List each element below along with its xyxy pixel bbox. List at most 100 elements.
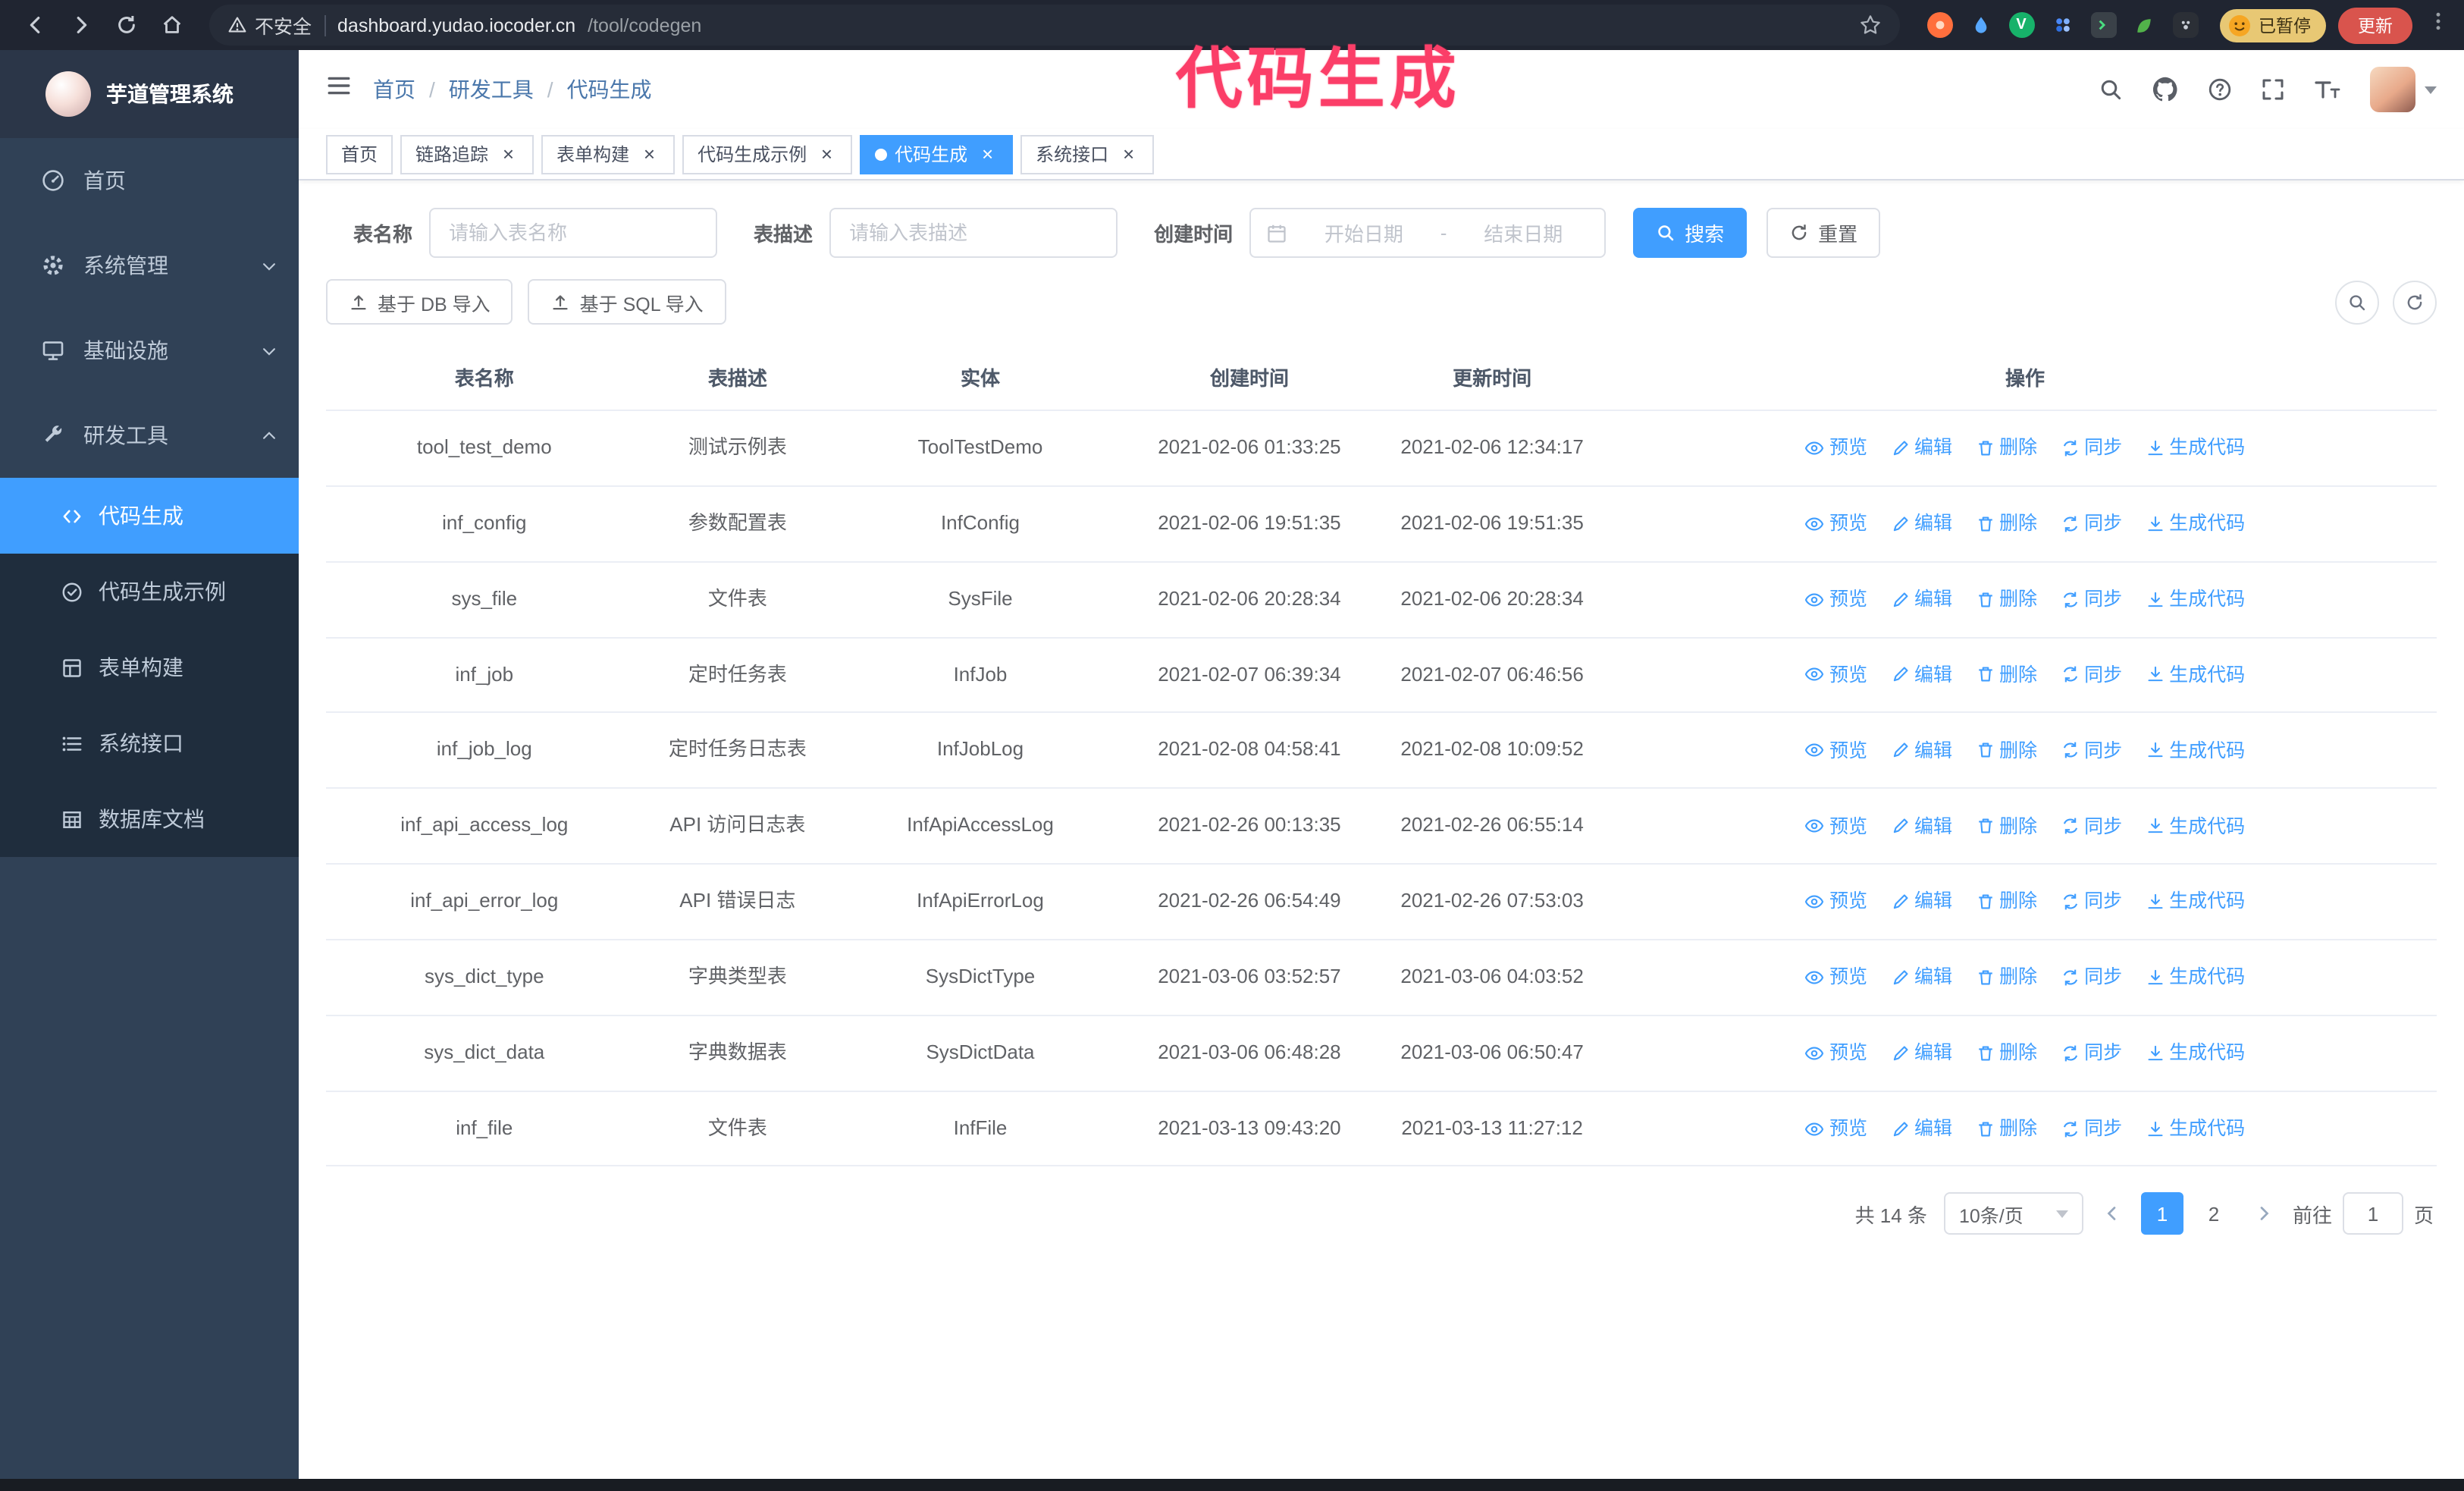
row-action-preview[interactable]: 预览: [1805, 964, 1867, 991]
profile-paused-badge[interactable]: 已暂停: [2219, 8, 2326, 42]
row-action-edit[interactable]: 编辑: [1890, 964, 1952, 991]
breadcrumb-home[interactable]: 首页: [373, 74, 415, 105]
import-sql-button[interactable]: 基于 SQL 导入: [528, 279, 726, 325]
row-action-generate-code[interactable]: 生成代码: [2145, 510, 2245, 537]
user-menu[interactable]: [2370, 67, 2437, 112]
row-action-edit[interactable]: 编辑: [1890, 1115, 1952, 1142]
extension-icon-blue-drop[interactable]: [1967, 12, 1993, 38]
row-action-preview[interactable]: 预览: [1805, 435, 1867, 462]
browser-back-button[interactable]: [15, 5, 55, 45]
tab-表单构建[interactable]: 表单构建 ×: [541, 134, 676, 174]
row-action-edit[interactable]: 编辑: [1890, 888, 1952, 915]
refresh-table-button[interactable]: [2393, 280, 2437, 324]
browser-forward-button[interactable]: [61, 5, 100, 45]
row-action-generate-code[interactable]: 生成代码: [2145, 661, 2245, 689]
row-action-delete[interactable]: 删除: [1975, 964, 2037, 991]
extension-icon-leaf[interactable]: [2131, 12, 2157, 38]
show-search-toggle-button[interactable]: [2335, 280, 2379, 324]
row-action-delete[interactable]: 删除: [1975, 585, 2037, 613]
row-action-delete[interactable]: 删除: [1975, 1115, 2037, 1142]
sidebar-item-system-api[interactable]: 系统接口: [0, 705, 299, 781]
sidebar-item-system-management[interactable]: 系统管理: [0, 223, 299, 308]
browser-update-button[interactable]: 更新: [2338, 7, 2412, 43]
row-action-preview[interactable]: 预览: [1805, 661, 1867, 689]
tab-close-icon[interactable]: ×: [497, 143, 519, 165]
create-time-range-picker[interactable]: 开始日期 - 结束日期: [1249, 208, 1607, 258]
tab-链路追踪[interactable]: 链路追踪 ×: [400, 134, 534, 174]
row-action-generate-code[interactable]: 生成代码: [2145, 888, 2245, 915]
next-page-button[interactable]: [2252, 1205, 2276, 1223]
goto-page-input[interactable]: [2342, 1192, 2403, 1235]
fullscreen-icon[interactable]: [2261, 77, 2285, 102]
table-desc-input[interactable]: [829, 208, 1118, 258]
row-action-preview[interactable]: 预览: [1805, 1039, 1867, 1066]
github-icon[interactable]: [2152, 76, 2179, 103]
row-action-preview[interactable]: 预览: [1805, 888, 1867, 915]
extension-icon-green-v[interactable]: V: [2008, 12, 2034, 38]
tab-系统接口[interactable]: 系统接口 ×: [1020, 134, 1155, 174]
row-action-edit[interactable]: 编辑: [1890, 661, 1952, 689]
tab-close-icon[interactable]: ×: [816, 143, 837, 165]
import-db-button[interactable]: 基于 DB 导入: [326, 279, 513, 325]
row-action-sync[interactable]: 同步: [2060, 1115, 2122, 1142]
row-action-preview[interactable]: 预览: [1805, 510, 1867, 537]
row-action-preview[interactable]: 预览: [1805, 1115, 1867, 1142]
tab-代码生成[interactable]: 代码生成 ×: [860, 134, 1014, 174]
tab-close-icon[interactable]: ×: [638, 143, 660, 165]
font-size-icon[interactable]: [2314, 77, 2341, 102]
sidebar-item-form-builder[interactable]: 表单构建: [0, 629, 299, 705]
extension-icon-people-grid[interactable]: [2049, 12, 2075, 38]
browser-home-button[interactable]: [152, 5, 191, 45]
sidebar-item-infrastructure[interactable]: 基础设施: [0, 308, 299, 393]
extension-icon-terminal[interactable]: [2090, 12, 2116, 38]
tab-代码生成示例[interactable]: 代码生成示例 ×: [682, 134, 853, 174]
row-action-sync[interactable]: 同步: [2060, 888, 2122, 915]
page-number-1[interactable]: 1: [2140, 1192, 2183, 1235]
row-action-sync[interactable]: 同步: [2060, 661, 2122, 689]
sidebar-item-home[interactable]: 首页: [0, 138, 299, 223]
app-logo[interactable]: 芋道管理系统: [0, 50, 299, 138]
row-action-sync[interactable]: 同步: [2060, 1039, 2122, 1066]
table-name-input[interactable]: [429, 208, 718, 258]
reset-button[interactable]: 重置: [1766, 208, 1881, 258]
row-action-preview[interactable]: 预览: [1805, 812, 1867, 840]
row-action-preview[interactable]: 预览: [1805, 736, 1867, 764]
row-action-edit[interactable]: 编辑: [1890, 510, 1952, 537]
row-action-sync[interactable]: 同步: [2060, 585, 2122, 613]
row-action-delete[interactable]: 删除: [1975, 661, 2037, 689]
row-action-generate-code[interactable]: 生成代码: [2145, 435, 2245, 462]
prev-page-button[interactable]: [2100, 1205, 2124, 1223]
breadcrumb-dev-tools[interactable]: 研发工具: [449, 74, 534, 105]
sidebar-collapse-button[interactable]: [326, 73, 352, 106]
row-action-generate-code[interactable]: 生成代码: [2145, 585, 2245, 613]
browser-menu-icon[interactable]: [2428, 11, 2449, 39]
row-action-sync[interactable]: 同步: [2060, 435, 2122, 462]
page-size-select[interactable]: 10条/页: [1943, 1192, 2083, 1235]
row-action-delete[interactable]: 删除: [1975, 736, 2037, 764]
page-number-2[interactable]: 2: [2193, 1193, 2235, 1235]
row-action-preview[interactable]: 预览: [1805, 585, 1867, 613]
bookmark-star-icon[interactable]: [1858, 14, 1881, 36]
tab-首页[interactable]: 首页: [326, 134, 393, 174]
tab-close-icon[interactable]: ×: [977, 143, 998, 165]
sidebar-item-db-doc[interactable]: 数据库文档: [0, 781, 299, 857]
row-action-generate-code[interactable]: 生成代码: [2145, 1039, 2245, 1066]
row-action-delete[interactable]: 删除: [1975, 1039, 2037, 1066]
browser-reload-button[interactable]: [106, 5, 146, 45]
row-action-edit[interactable]: 编辑: [1890, 1039, 1952, 1066]
row-action-delete[interactable]: 删除: [1975, 888, 2037, 915]
row-action-sync[interactable]: 同步: [2060, 510, 2122, 537]
header-search-icon[interactable]: [2099, 77, 2123, 102]
row-action-delete[interactable]: 删除: [1975, 435, 2037, 462]
row-action-delete[interactable]: 删除: [1975, 812, 2037, 840]
row-action-generate-code[interactable]: 生成代码: [2145, 736, 2245, 764]
row-action-generate-code[interactable]: 生成代码: [2145, 812, 2245, 840]
row-action-generate-code[interactable]: 生成代码: [2145, 1115, 2245, 1142]
sidebar-item-dev-tools[interactable]: 研发工具: [0, 393, 299, 478]
not-secure-chip[interactable]: 不安全: [227, 11, 312, 39]
row-action-sync[interactable]: 同步: [2060, 964, 2122, 991]
row-action-edit[interactable]: 编辑: [1890, 435, 1952, 462]
address-bar[interactable]: 不安全 dashboard.yudao.iocoder.cn/tool/code…: [209, 5, 1899, 46]
row-action-edit[interactable]: 编辑: [1890, 736, 1952, 764]
search-button[interactable]: 搜索: [1633, 208, 1748, 258]
